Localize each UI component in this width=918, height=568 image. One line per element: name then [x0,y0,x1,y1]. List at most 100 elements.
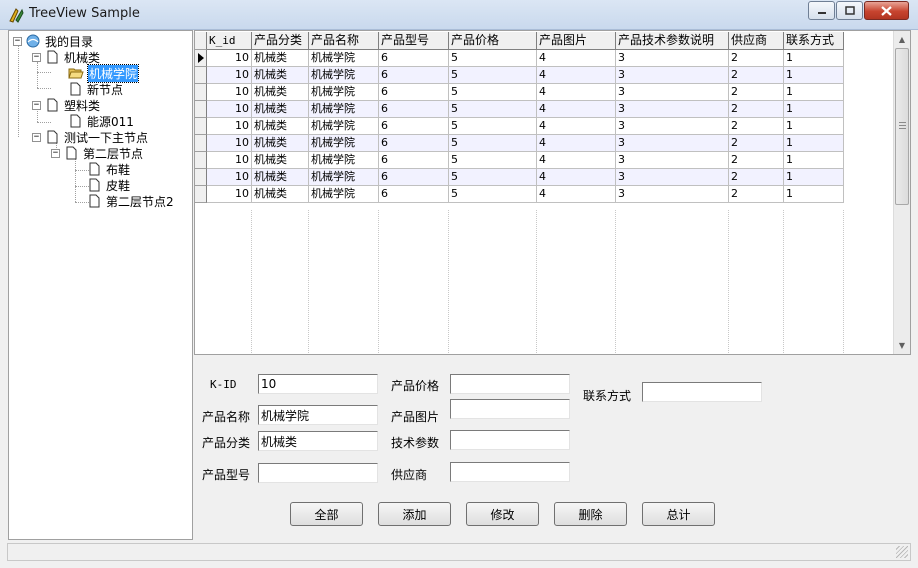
table-cell[interactable]: 机械学院 [309,118,379,135]
table-cell[interactable]: 2 [729,169,784,186]
table-cell[interactable]: 4 [537,101,616,118]
table-cell[interactable]: 机械类 [252,84,309,101]
row-header[interactable] [195,118,207,135]
tree-node-plastic[interactable]: − 塑料类 [32,97,101,113]
table-cell[interactable]: 1 [784,101,844,118]
table-cell[interactable]: 机械类 [252,169,309,186]
table-cell[interactable]: 6 [379,186,449,203]
tree-node-energy[interactable]: 能源011 [68,113,135,129]
name-field[interactable] [258,405,378,425]
table-cell[interactable]: 3 [616,118,729,135]
table-row[interactable]: 10 机械类 机械学院 6 5 4 3 2 1 [207,84,844,101]
table-cell[interactable]: 3 [616,67,729,84]
scroll-up-icon[interactable]: ▲ [894,31,910,48]
table-cell[interactable]: 4 [537,50,616,67]
collapse-toggle[interactable]: − [13,36,22,46]
table-cell[interactable]: 2 [729,67,784,84]
data-grid[interactable]: K_id 产品分类 产品名称 产品型号 产品价格 产品图片 产品技术参数说明 供… [194,30,911,355]
table-cell[interactable]: 2 [729,135,784,152]
table-cell[interactable]: 2 [729,186,784,203]
category-field[interactable] [258,431,378,451]
table-cell[interactable]: 1 [784,67,844,84]
column-header[interactable]: K_id [207,32,252,50]
add-button[interactable]: 添加 [378,502,451,526]
minimize-button[interactable] [808,1,835,20]
total-button[interactable]: 总计 [642,502,715,526]
row-header[interactable] [195,135,207,152]
row-header[interactable] [195,84,207,101]
collapse-toggle[interactable]: − [51,148,60,158]
table-cell[interactable]: 1 [784,152,844,169]
tree-node-machinery-college[interactable]: 机械学院 [68,63,140,83]
table-cell[interactable]: 10 [207,152,252,169]
table-cell[interactable]: 机械学院 [309,101,379,118]
table-cell[interactable]: 5 [449,152,537,169]
row-header[interactable] [195,152,207,169]
table-cell[interactable]: 5 [449,50,537,67]
table-row[interactable]: 10 机械类 机械学院 6 5 4 3 2 1 [207,186,844,203]
table-cell[interactable]: 6 [379,169,449,186]
delete-button[interactable]: 删除 [554,502,627,526]
table-cell[interactable]: 2 [729,101,784,118]
table-cell[interactable]: 4 [537,186,616,203]
column-header[interactable]: 供应商 [729,32,784,50]
table-cell[interactable]: 4 [537,118,616,135]
tree-node-leather-shoes[interactable]: 皮鞋 [87,177,131,193]
table-cell[interactable]: 机械学院 [309,186,379,203]
show-all-button[interactable]: 全部 [290,502,363,526]
table-cell[interactable]: 机械学院 [309,152,379,169]
close-button[interactable] [864,1,909,20]
image-field[interactable] [450,399,570,419]
table-cell[interactable]: 10 [207,67,252,84]
tree-node-test-main[interactable]: − 测试一下主节点 [32,129,149,145]
row-header[interactable] [195,186,207,203]
table-cell[interactable]: 机械学院 [309,169,379,186]
table-cell[interactable]: 6 [379,67,449,84]
table-cell[interactable]: 6 [379,101,449,118]
table-cell[interactable]: 10 [207,186,252,203]
table-cell[interactable]: 3 [616,84,729,101]
row-header[interactable] [195,67,207,84]
tech-params-field[interactable] [450,430,570,450]
table-row[interactable]: 10 机械类 机械学院 6 5 4 3 2 1 [207,67,844,84]
tree-node-machinery[interactable]: − 机械类 [32,49,101,65]
table-cell[interactable]: 1 [784,186,844,203]
table-cell[interactable]: 5 [449,135,537,152]
row-header[interactable] [195,101,207,118]
column-header[interactable]: 产品技术参数说明 [616,32,729,50]
table-cell[interactable]: 机械类 [252,152,309,169]
table-cell[interactable]: 4 [537,67,616,84]
scroll-down-icon[interactable]: ▼ [894,337,910,354]
table-cell[interactable]: 10 [207,84,252,101]
table-cell[interactable]: 10 [207,135,252,152]
row-header[interactable] [195,169,207,186]
table-cell[interactable]: 4 [537,135,616,152]
table-cell[interactable]: 机械类 [252,50,309,67]
column-header[interactable]: 产品分类 [252,32,309,50]
table-cell[interactable]: 10 [207,169,252,186]
table-cell[interactable]: 1 [784,135,844,152]
table-cell[interactable]: 机械类 [252,118,309,135]
table-row[interactable]: 10 机械类 机械学院 6 5 4 3 2 1 [207,50,844,67]
table-cell[interactable]: 6 [379,152,449,169]
table-cell[interactable]: 6 [379,135,449,152]
size-grip-icon[interactable] [896,546,908,558]
tree-node-new[interactable]: 新节点 [68,81,124,97]
table-cell[interactable]: 10 [207,101,252,118]
collapse-toggle[interactable]: − [32,132,41,142]
table-cell[interactable]: 5 [449,186,537,203]
column-header[interactable]: 产品型号 [379,32,449,50]
table-cell[interactable]: 2 [729,152,784,169]
grid-corner-header[interactable] [195,32,207,50]
table-cell[interactable]: 机械学院 [309,84,379,101]
table-cell[interactable]: 机械类 [252,186,309,203]
table-cell[interactable]: 5 [449,101,537,118]
title-bar[interactable]: TreeView Sample [0,0,918,30]
collapse-toggle[interactable]: − [32,100,41,110]
table-row[interactable]: 10 机械类 机械学院 6 5 4 3 2 1 [207,135,844,152]
table-cell[interactable]: 机械学院 [309,50,379,67]
table-cell[interactable]: 5 [449,67,537,84]
table-cell[interactable]: 4 [537,84,616,101]
table-cell[interactable]: 1 [784,84,844,101]
table-cell[interactable]: 10 [207,50,252,67]
